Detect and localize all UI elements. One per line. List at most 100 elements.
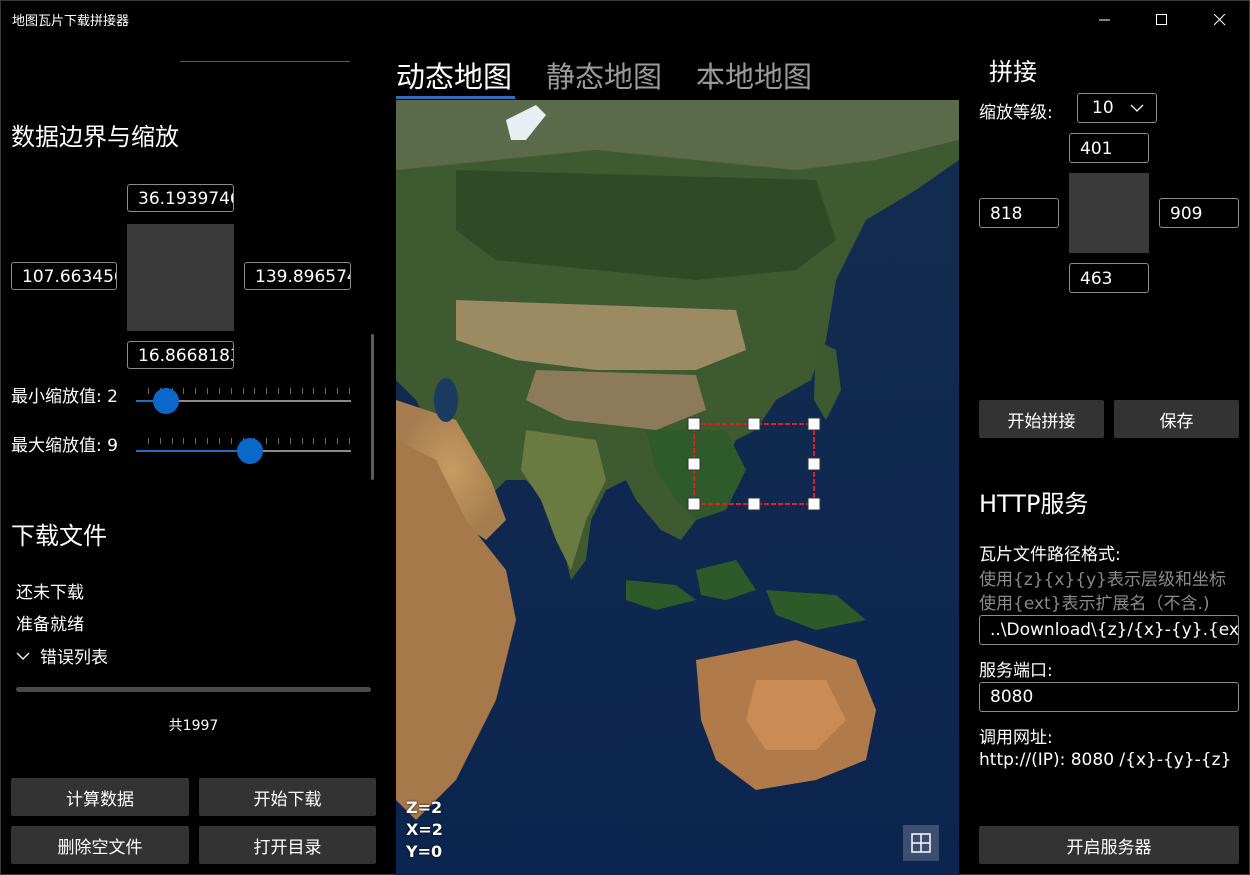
maximize-button[interactable] — [1133, 0, 1191, 40]
selection-overlay[interactable] — [396, 100, 959, 875]
slider-tick — [277, 388, 279, 394]
resize-handle-bottom-left[interactable] — [687, 497, 701, 511]
slider-tick — [337, 388, 338, 394]
slider-tick — [289, 438, 291, 444]
ready-status: 准备就绪 — [16, 615, 84, 635]
tile-right-input[interactable]: 909 — [1159, 198, 1239, 228]
slider-tick — [348, 388, 350, 394]
slider-tick — [195, 438, 197, 444]
tile-top-input[interactable]: 401 — [1069, 133, 1149, 163]
slider-tick — [254, 388, 256, 394]
east-bound-input[interactable]: 139.896574 — [244, 262, 351, 290]
min-zoom-slider[interactable] — [136, 388, 351, 416]
path-format-input[interactable]: ..\Download\{z}/{x}-{y}.{ext} — [979, 615, 1239, 645]
selection-rectangle[interactable] — [693, 423, 815, 505]
map-view[interactable] — [396, 100, 959, 875]
tab-dynamic-map[interactable]: 动态地图 — [396, 54, 512, 96]
south-bound-input[interactable]: 16.866818318 — [127, 341, 234, 369]
slider-tick — [148, 388, 149, 394]
slider-tick — [266, 388, 268, 394]
slider-tick — [337, 438, 338, 444]
slider-tick — [218, 388, 220, 394]
resize-handle-top[interactable] — [747, 417, 761, 431]
path-format-hint-2: 使用{ext}表示扩展名（不含.) — [979, 594, 1210, 614]
min-zoom-thumb[interactable] — [152, 388, 179, 414]
slider-tick — [325, 388, 327, 394]
slider-tick — [266, 438, 268, 444]
active-tab-indicator — [396, 96, 515, 99]
slider-tick — [171, 438, 173, 444]
resize-handle-right[interactable] — [807, 457, 821, 471]
slider-tick — [218, 438, 220, 444]
close-icon — [1214, 14, 1226, 26]
slider-tick — [230, 438, 232, 444]
slider-tick — [277, 438, 279, 444]
maximize-icon — [1156, 14, 1167, 25]
y-coordinate: Y=0 — [406, 842, 443, 861]
layers-button[interactable] — [903, 825, 939, 861]
slider-tick — [207, 388, 209, 394]
error-list-expander[interactable]: 错误列表 — [16, 643, 108, 668]
x-coordinate: X=2 — [406, 820, 443, 839]
min-zoom-label-text: 最小缩放值: — [11, 387, 102, 407]
max-zoom-fill — [136, 450, 250, 452]
slider-tick — [313, 388, 315, 394]
stitch-heading: 拼接 — [989, 58, 1037, 86]
slider-tick — [301, 438, 303, 444]
download-status: 还未下载 — [16, 583, 84, 603]
close-button[interactable] — [1191, 0, 1249, 40]
call-url-value: http://(IP): 8080 /{x}-{y}-{z} — [979, 750, 1232, 770]
west-bound-input[interactable]: 107.663456 — [11, 262, 117, 290]
calc-data-button[interactable]: 计算数据 — [11, 778, 189, 816]
start-download-button[interactable]: 开始下载 — [199, 778, 376, 816]
delete-empty-files-button[interactable]: 删除空文件 — [11, 826, 189, 864]
error-list-label: 错误列表 — [40, 648, 108, 668]
zoom-level-dropdown[interactable]: 10 — [1077, 93, 1157, 123]
resize-handle-bottom-right[interactable] — [807, 497, 821, 511]
download-heading: 下载文件 — [11, 522, 107, 550]
slider-tick — [195, 388, 197, 394]
max-zoom-value: 9 — [107, 436, 118, 456]
resize-handle-left[interactable] — [687, 457, 701, 471]
tile-preview — [1069, 173, 1149, 253]
tile-bottom-input[interactable]: 463 — [1069, 263, 1149, 293]
max-zoom-label: 最大缩放值: 9 — [11, 431, 118, 456]
slider-tick — [148, 438, 149, 444]
start-server-button[interactable]: 开启服务器 — [979, 826, 1239, 864]
tile-left-input[interactable]: 818 — [979, 198, 1059, 228]
save-button[interactable]: 保存 — [1114, 400, 1239, 438]
minimize-button[interactable] — [1076, 0, 1134, 40]
download-progress — [16, 687, 371, 692]
resize-handle-bottom[interactable] — [747, 497, 761, 511]
min-zoom-label: 最小缩放值: 2 — [11, 382, 118, 407]
slider-tick — [289, 388, 291, 394]
slider-tick — [348, 438, 350, 444]
max-zoom-thumb[interactable] — [236, 438, 263, 464]
slider-tick — [325, 438, 327, 444]
zoom-level-value: 10 — [1092, 98, 1114, 118]
max-zoom-slider[interactable] — [136, 438, 351, 466]
slider-tick — [301, 388, 303, 394]
tab-static-map[interactable]: 静态地图 — [546, 54, 662, 96]
north-bound-input[interactable]: 36.193974614 — [127, 184, 234, 212]
path-format-hint-1: 使用{z}{x}{y}表示层级和坐标 — [979, 570, 1226, 590]
min-zoom-ticks — [148, 388, 350, 394]
start-stitch-button[interactable]: 开始拼接 — [979, 400, 1104, 438]
resize-handle-top-left[interactable] — [687, 417, 701, 431]
layers-icon — [911, 833, 931, 853]
zoom-level-label: 缩放等级: — [979, 103, 1053, 123]
zoom-coordinate: Z=2 — [406, 798, 443, 817]
open-directory-button[interactable]: 打开目录 — [199, 826, 376, 864]
service-port-input[interactable]: 8080 — [979, 682, 1239, 712]
slider-tick — [207, 438, 209, 444]
left-panel-scrollbar[interactable] — [371, 334, 374, 480]
slider-tick — [230, 388, 232, 394]
tab-local-map[interactable]: 本地地图 — [696, 54, 812, 96]
call-url-label: 调用网址: — [979, 728, 1053, 748]
chevron-down-icon — [1130, 104, 1144, 112]
tile-coordinates: Z=2 X=2 Y=0 — [406, 797, 443, 863]
bounds-heading: 数据边界与缩放 — [11, 123, 179, 151]
resize-handle-top-right[interactable] — [807, 417, 821, 431]
service-port-label: 服务端口: — [979, 661, 1053, 681]
slider-tick — [183, 438, 185, 444]
